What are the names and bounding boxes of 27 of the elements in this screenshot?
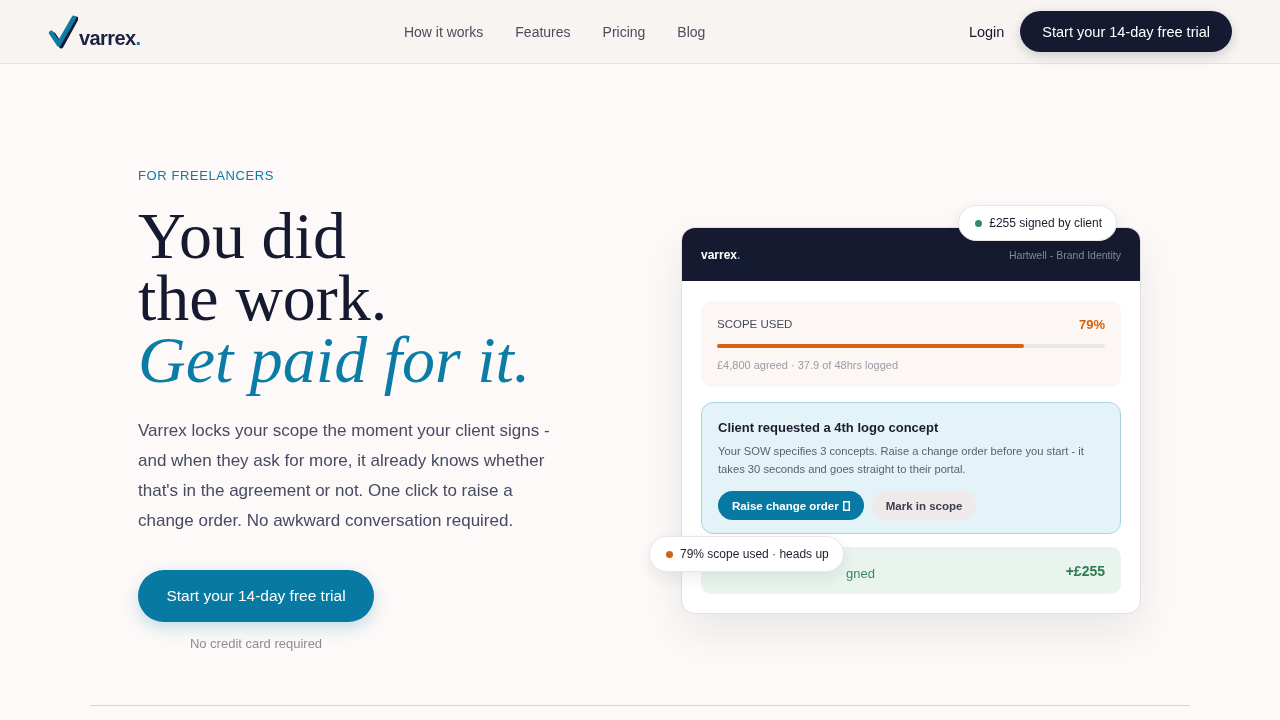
toast-text: 79% scope used · heads up <box>680 547 829 561</box>
free-trial-button[interactable]: Start your 14-day free trial <box>1020 11 1232 52</box>
brand-wordmark: varrex. <box>79 28 141 48</box>
mark-in-scope-button[interactable]: Mark in scope <box>871 491 977 520</box>
raise-change-order-button[interactable]: Raise change order <box>718 491 864 520</box>
toast-text: £255 signed by client <box>989 216 1102 230</box>
nav-link[interactable]: Features <box>515 23 571 40</box>
brand-wordmark: varrex. <box>701 247 741 262</box>
nav-link[interactable]: Blog <box>677 23 706 40</box>
hero-description: Varrex locks your scope the moment your client signs - and when they ask for more, it already knows whether that's in the agreement or not. One click to raise a change order. No awkward conversation required. <box>138 420 551 532</box>
checkmark-logo-icon <box>48 15 78 49</box>
missing-glyph-icon <box>842 500 850 511</box>
project-name: Hartwell - Brand Identity <box>1008 248 1121 261</box>
free-trial-button[interactable]: Start your 14-day free trial <box>138 570 374 622</box>
request-message: Your SOW specifies 3 concepts. Raise a change order before you start - it takes 30 seconds and goes straight to their portal. <box>718 444 1085 477</box>
headline: You did the work. Get paid for it. <box>138 205 532 398</box>
request-title: Client requested a 4th logo concept <box>718 420 940 436</box>
scope-percent: 79% <box>1078 316 1105 332</box>
nav-link[interactable]: How it works <box>403 23 484 40</box>
nav-link[interactable]: Pricing <box>602 23 646 40</box>
scope-detail: £4,800 agreed · 37.9 of 48hrs logged <box>717 358 900 372</box>
eyebrow-text: FOR FREELANCERS <box>138 168 276 184</box>
signed-amount: +£255 <box>1065 562 1105 579</box>
scope-label: SCOPE USED <box>717 318 793 330</box>
signed-label: gned <box>846 566 875 581</box>
no-card-note: No credit card required <box>189 635 323 653</box>
login-link[interactable]: Login <box>968 23 1005 40</box>
